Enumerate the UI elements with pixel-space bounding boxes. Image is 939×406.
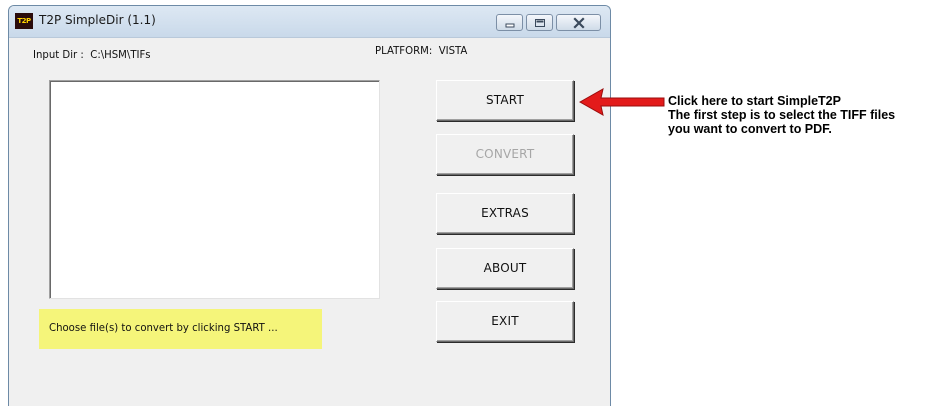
minimize-icon [505,23,515,28]
file-list[interactable] [49,80,380,299]
status-message-box: Choose file(s) to convert by clicking ST… [39,309,322,349]
maximize-button[interactable] [526,14,553,31]
status-message: Choose file(s) to convert by clicking ST… [49,321,278,334]
title-bar[interactable]: T2P T2P SimpleDir (1.1) [9,6,610,38]
close-button[interactable] [556,14,601,31]
annotation-line: you want to convert to PDF. [668,122,832,136]
annotation-line: Click here to start SimpleT2P [668,94,841,108]
app-logo-icon: T2P [15,13,33,29]
red-arrow-icon [578,88,665,116]
annotation-line: The first step is to select the TIFF fil… [668,108,896,122]
platform-label: PLATFORM: VISTA [375,44,468,57]
app-window: T2P T2P SimpleDir (1.1) Input Dir : C:\H… [8,5,611,406]
annotation-callout: Click here to start SimpleT2P The first … [668,94,895,136]
about-button[interactable]: ABOUT [436,248,574,289]
window-title: T2P SimpleDir (1.1) [39,13,156,27]
platform-value: VISTA [438,44,468,57]
extras-button[interactable]: EXTRAS [436,193,574,234]
exit-button[interactable]: EXIT [436,301,574,342]
minimize-button[interactable] [496,14,523,31]
close-icon [573,17,585,29]
input-dir-label: Input Dir : C:\HSM\TIFs [33,48,151,61]
maximize-icon [535,19,545,27]
start-button[interactable]: START [436,80,574,121]
input-dir-value: C:\HSM\TIFs [90,48,151,61]
convert-button[interactable]: CONVERT [436,134,574,175]
